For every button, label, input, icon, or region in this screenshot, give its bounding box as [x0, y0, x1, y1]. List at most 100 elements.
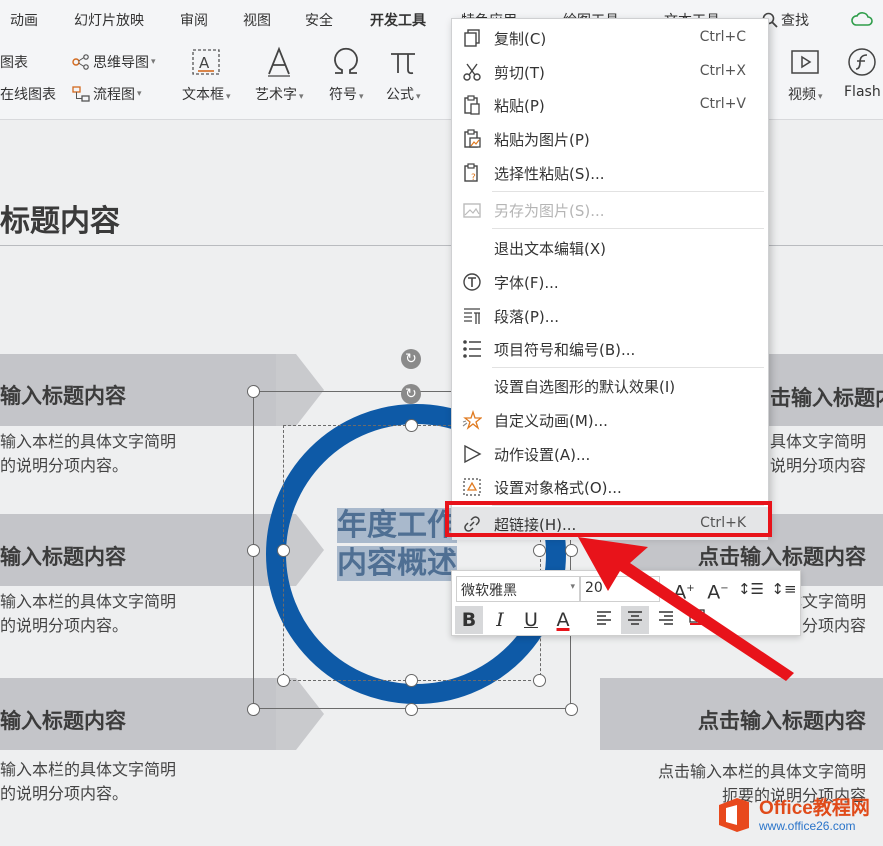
- menu-item-default-shape-effect[interactable]: 设置自选图形的默认效果(I): [452, 369, 768, 402]
- symbol-button[interactable]: 符号 ▾: [329, 46, 364, 104]
- right-item-1-body-line1[interactable]: 具体文字简明: [770, 430, 866, 454]
- resize-handle[interactable]: [277, 674, 290, 687]
- left-item-2-body-line2[interactable]: 的说明分项内容。: [0, 614, 128, 638]
- online-chart-label: 在线图表: [0, 87, 56, 103]
- menu-item-paste-special[interactable]: ? 选择性粘贴(S)...: [452, 156, 768, 189]
- format-object-icon: [463, 478, 481, 496]
- menu-item-label: 粘贴(P): [494, 97, 545, 115]
- menu-item-label: 设置自选图形的默认效果(I): [494, 378, 676, 396]
- context-menu: 复制(C) Ctrl+C 剪切(T) Ctrl+X 粘贴(P) Ctrl+V 粘…: [451, 18, 769, 540]
- flash-icon: [848, 48, 877, 76]
- menu-item-shortcut: Ctrl+X: [699, 63, 746, 79]
- svg-text:A: A: [199, 54, 210, 72]
- mindmap-label: 思维导图: [93, 55, 149, 71]
- slide-title[interactable]: 标题内容: [0, 196, 120, 240]
- menu-item-label: 退出文本编辑(X): [494, 240, 606, 258]
- menu-item-exit-text-edit[interactable]: 退出文本编辑(X): [452, 231, 768, 264]
- resize-handle[interactable]: [565, 703, 578, 716]
- menu-separator: [492, 191, 764, 192]
- left-item-2-title[interactable]: 输入标题内容: [0, 541, 126, 571]
- underline-button[interactable]: U: [517, 606, 545, 634]
- pi-icon: [391, 53, 416, 75]
- menu-item-copy[interactable]: 复制(C) Ctrl+C: [452, 21, 768, 54]
- textbox-icon: A: [192, 49, 220, 75]
- resize-handle[interactable]: [277, 544, 290, 557]
- online-chart-button[interactable]: 在线图表: [0, 84, 56, 104]
- tab-review[interactable]: 审阅: [180, 10, 208, 30]
- cloud-sync-icon[interactable]: [850, 10, 874, 32]
- mindmap-button[interactable]: 思维导图 ▾: [72, 52, 156, 72]
- watermark-url: www.office26.com: [759, 818, 856, 833]
- resize-handle[interactable]: [533, 544, 546, 557]
- menu-item-paste-as-picture[interactable]: 粘贴为图片(P): [452, 122, 768, 155]
- flowchart-button[interactable]: 流程图 ▾: [72, 84, 142, 104]
- tab-security[interactable]: 安全: [305, 10, 333, 30]
- menu-item-paragraph[interactable]: 段落(P)...: [452, 299, 768, 332]
- tab-view[interactable]: 视图: [243, 10, 271, 30]
- copy-icon: [464, 29, 480, 47]
- menu-item-shortcut: Ctrl+V: [699, 96, 746, 112]
- paste-image-icon: [464, 129, 481, 148]
- menu-item-label: 字体(F)...: [494, 274, 559, 292]
- paragraph-icon: [464, 308, 480, 324]
- wordart-label: 艺术字: [255, 87, 297, 103]
- resize-handle[interactable]: [247, 544, 260, 557]
- resize-handle[interactable]: [247, 385, 260, 398]
- video-icon: [791, 50, 820, 74]
- resize-handle[interactable]: [405, 703, 418, 716]
- italic-button[interactable]: I: [486, 606, 514, 634]
- paste-icon: [464, 95, 480, 115]
- menu-item-bullets[interactable]: 项目符号和编号(B)...: [452, 332, 768, 365]
- resize-handle[interactable]: [247, 703, 260, 716]
- rotate-handle-inner-icon[interactable]: ↻: [401, 384, 421, 404]
- left-item-1-body-line1[interactable]: 输入本栏的具体文字简明: [0, 430, 176, 454]
- wordart-button[interactable]: 艺术字 ▾: [255, 46, 304, 104]
- tab-slideshow[interactable]: 幻灯片放映: [74, 10, 144, 30]
- menu-item-paste[interactable]: 粘贴(P) Ctrl+V: [452, 88, 768, 121]
- resize-handle[interactable]: [405, 419, 418, 432]
- menu-item-label: 粘贴为图片(P): [494, 131, 590, 149]
- resize-handle[interactable]: [405, 674, 418, 687]
- menu-item-label: 选择性粘贴(S)...: [494, 165, 605, 183]
- menu-item-font[interactable]: 字体(F)...: [452, 265, 768, 298]
- menu-item-label: 设置对象格式(O)...: [494, 479, 622, 497]
- menu-separator: [492, 367, 764, 368]
- menu-item-action-settings[interactable]: 动作设置(A)...: [452, 437, 768, 470]
- left-item-1-title[interactable]: 输入标题内容: [0, 380, 126, 410]
- flash-button[interactable]: Flash: [844, 46, 881, 100]
- left-item-2-body-line1[interactable]: 输入本栏的具体文字简明: [0, 590, 176, 614]
- right-item-3-body-line1[interactable]: 点击输入本栏的具体文字简明: [600, 760, 866, 784]
- left-item-3-body-line1[interactable]: 输入本栏的具体文字简明: [0, 758, 176, 782]
- video-button[interactable]: 视频 ▾: [788, 46, 823, 104]
- right-item-3-title[interactable]: 点击输入标题内容: [600, 705, 866, 735]
- menu-item-format-object[interactable]: 设置对象格式(O)...: [452, 470, 768, 503]
- rotate-handle-icon[interactable]: ↻: [401, 349, 421, 369]
- bullets-icon: [463, 340, 481, 358]
- menu-item-custom-animation[interactable]: 自定义动画(M)...: [452, 403, 768, 436]
- textbox-label: 文本框: [182, 87, 224, 103]
- resize-handle[interactable]: [533, 674, 546, 687]
- left-item-3-body-line2[interactable]: 的说明分项内容。: [0, 782, 128, 806]
- flowchart-label: 流程图: [93, 87, 135, 103]
- search-button[interactable]: 查找: [762, 10, 809, 30]
- watermark-name: Office教程网: [759, 797, 870, 819]
- tab-developer[interactable]: 开发工具: [370, 10, 426, 30]
- image-icon: [463, 203, 481, 218]
- menu-item-label: 自定义动画(M)...: [494, 412, 608, 430]
- font-icon: [463, 273, 481, 291]
- bold-button[interactable]: B: [455, 606, 483, 634]
- textbox-button[interactable]: A 文本框 ▾: [182, 46, 231, 104]
- scissors-icon: [463, 63, 481, 81]
- omega-icon: [334, 47, 359, 74]
- wordart-icon: [268, 46, 291, 77]
- right-item-1-body-line2[interactable]: 说明分项内容: [770, 454, 866, 478]
- left-item-3-title[interactable]: 输入标题内容: [0, 705, 126, 735]
- chart-button[interactable]: 图表: [0, 52, 28, 72]
- chart-label: 图表: [0, 55, 28, 71]
- left-item-1-body-line2[interactable]: 的说明分项内容。: [0, 454, 128, 478]
- menu-item-cut[interactable]: 剪切(T) Ctrl+X: [452, 55, 768, 88]
- formula-button[interactable]: 公式 ▾: [386, 46, 421, 104]
- menu-item-label: 段落(P)...: [494, 308, 560, 326]
- tab-animation[interactable]: 动画: [10, 10, 38, 30]
- right-item-1-title[interactable]: 击输入标题内容: [770, 382, 883, 412]
